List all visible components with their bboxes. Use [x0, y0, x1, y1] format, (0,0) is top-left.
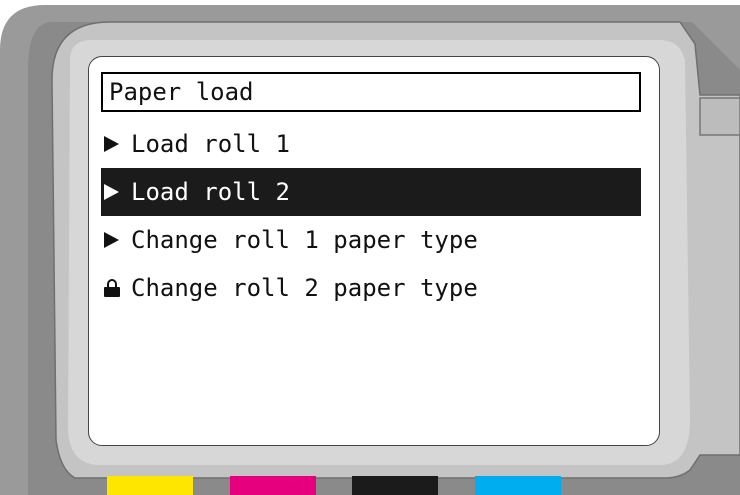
menu-list: Load roll 1 Load roll 2 Change roll 1 pa… [101, 120, 641, 312]
magenta-ink-indicator [230, 476, 316, 495]
lock-icon [101, 279, 131, 297]
arrow-right-icon [101, 136, 131, 152]
menu-item-change-roll-1-paper-type[interactable]: Change roll 1 paper type [101, 216, 641, 264]
menu-item-load-roll-2[interactable]: Load roll 2 [101, 168, 641, 216]
arrow-right-icon [101, 232, 131, 248]
arrow-right-icon [101, 184, 131, 200]
menu-item-label: Load roll 1 [131, 130, 290, 158]
menu-item-load-roll-1[interactable]: Load roll 1 [101, 120, 641, 168]
cyan-ink-indicator [475, 476, 561, 495]
yellow-ink-indicator [107, 476, 193, 495]
menu-title: Paper load [101, 72, 641, 112]
lcd-screen: Paper load Load roll 1 Load roll 2 Chang… [88, 56, 660, 446]
menu-item-label: Change roll 2 paper type [131, 274, 478, 302]
black-ink-indicator [352, 476, 438, 495]
menu-item-change-roll-2-paper-type[interactable]: Change roll 2 paper type [101, 264, 641, 312]
menu-item-label: Change roll 1 paper type [131, 226, 478, 254]
menu-item-label: Load roll 2 [131, 178, 290, 206]
